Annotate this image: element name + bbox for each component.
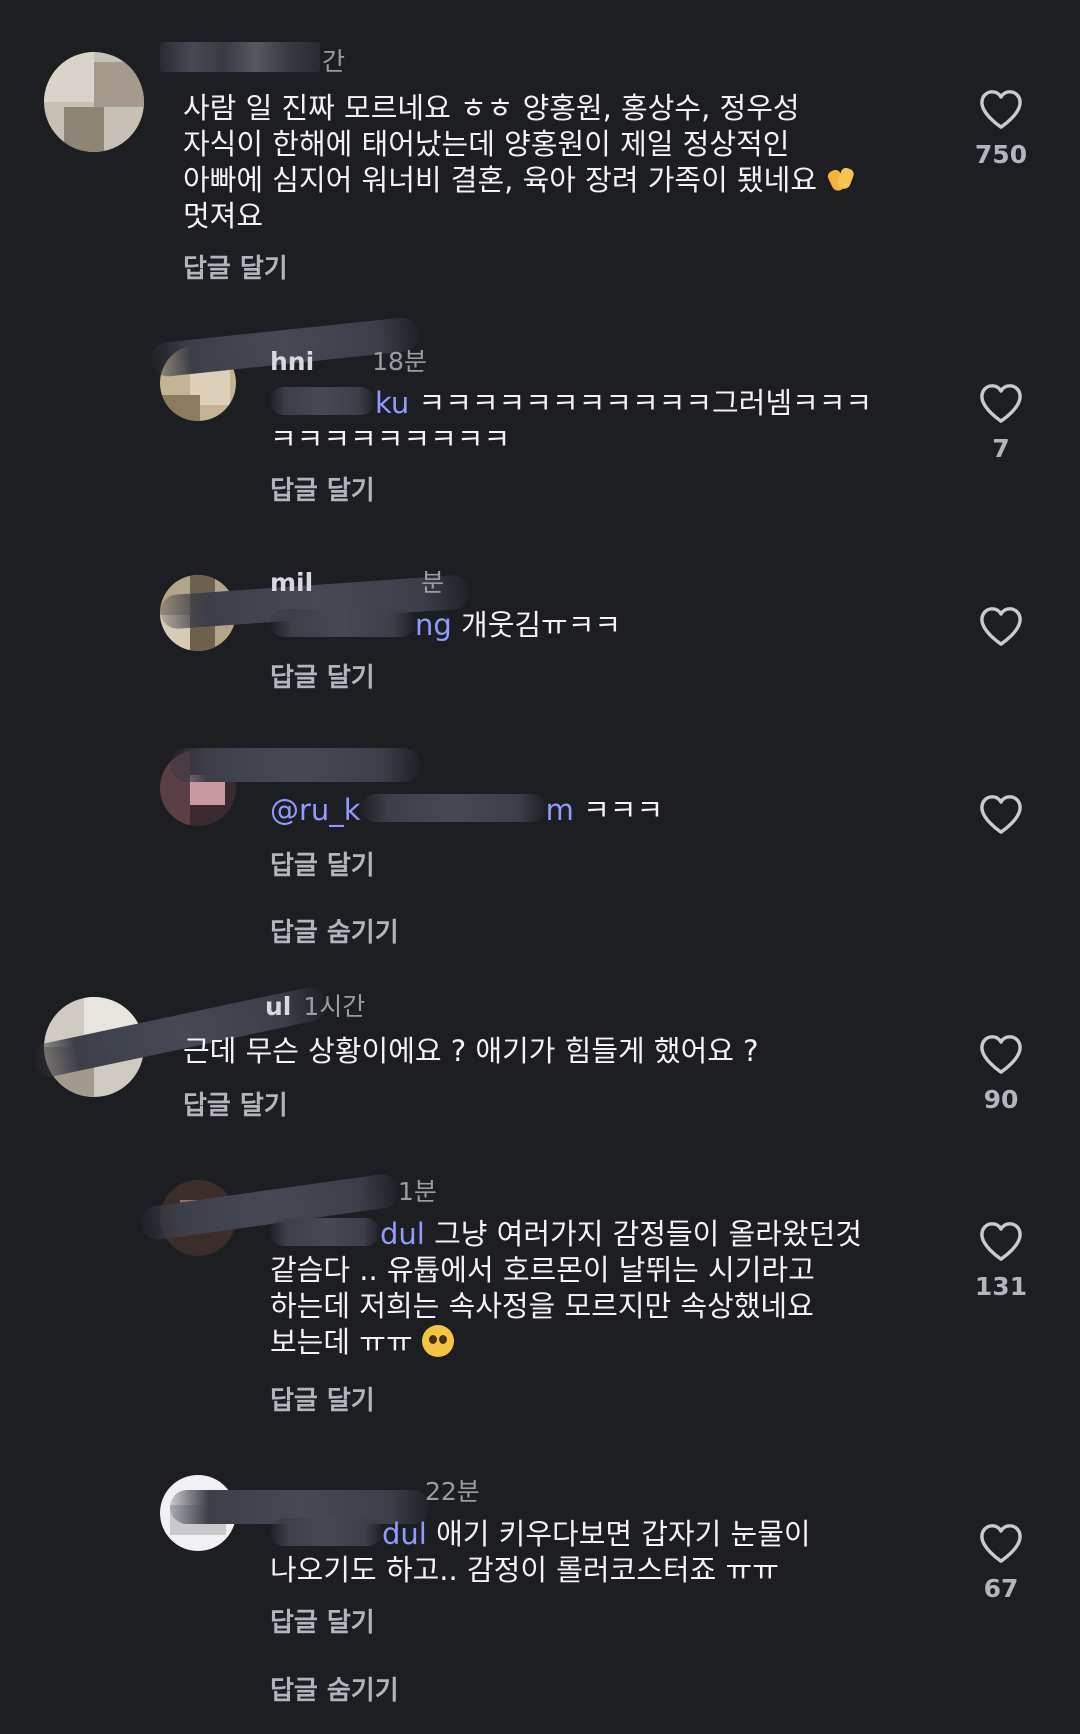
heart-icon <box>980 795 1022 834</box>
reply-button[interactable]: 답글 달기 <box>270 1602 375 1639</box>
like-button[interactable] <box>961 793 1041 835</box>
comment-text: @ru_k m ㅋㅋㅋ <box>270 792 930 828</box>
reply-button[interactable]: 답글 달기 <box>270 845 375 882</box>
comment-text-line: dul 애기 키우다보면 갑자기 눈물이 <box>270 1516 930 1552</box>
reply-button[interactable]: 답글 달기 <box>270 657 375 694</box>
comment-time: 1분 <box>398 1177 437 1206</box>
avatar-pixel <box>44 52 94 102</box>
like-count: 750 <box>974 140 1028 169</box>
comment-text-line: 아빠에 심지어 워너비 결혼, 육아 장려 가족이 됐네요 <box>183 162 943 198</box>
mention-link[interactable]: ku <box>375 386 409 420</box>
comment-text-line: 근데 무슨 상황이에요 ? 애기가 힘들게 했어요 ? <box>183 1034 759 1068</box>
comment-time: 1시간 <box>303 992 366 1021</box>
like-count: 7 <box>992 434 1010 463</box>
reply-item: hni 18분 ku ㅋㅋㅋㅋㅋㅋㅋㅋㅋㅋㅋ그러넴ㅋㅋㅋ ㅋㅋㅋㅋㅋㅋㅋㅋㅋ 답… <box>0 300 1080 510</box>
like-button[interactable] <box>961 605 1041 647</box>
like-count: 90 <box>983 1085 1019 1114</box>
comment-text-line: ku ㅋㅋㅋㅋㅋㅋㅋㅋㅋㅋㅋ그러넴ㅋㅋㅋ <box>270 385 930 421</box>
reply-button[interactable]: 답글 달기 <box>270 470 375 507</box>
comment-text-line: ng 개웃김ㅠㅋㅋ <box>270 607 930 643</box>
comment-text: 근데 무슨 상황이에요 ? 애기가 힘들게 했어요 ? <box>183 1033 943 1069</box>
reply-item: @ru_k m ㅋㅋㅋ 답글 달기 답글 숨기기 <box>0 730 1080 950</box>
like-count: 67 <box>983 1574 1019 1603</box>
comment-meta: 1분 <box>398 1172 437 1208</box>
username[interactable]: hni <box>270 347 314 376</box>
comment-text: ku ㅋㅋㅋㅋㅋㅋㅋㅋㅋㅋㅋ그러넴ㅋㅋㅋ ㅋㅋㅋㅋㅋㅋㅋㅋㅋ <box>270 385 930 457</box>
comment-text-line: ㅋㅋㅋㅋㅋㅋㅋㅋㅋ <box>270 422 511 456</box>
comment-meta: hni 18분 <box>270 342 427 378</box>
comment-text: 사람 일 진짜 모르네요 ㅎㅎ 양홍원, 홍상수, 정우성 자식이 한해에 태어… <box>183 90 943 234</box>
comment-text-line: 같슴다 .. 유튭에서 호르몬이 날뛰는 시기라고 <box>270 1253 815 1287</box>
heart-icon <box>980 90 1022 129</box>
redacted-mention <box>270 1218 380 1246</box>
reply-button[interactable]: 답글 달기 <box>270 1380 375 1417</box>
comment-text-line: 멋져요 <box>183 199 264 233</box>
hide-replies-button[interactable]: 답글 숨기기 <box>270 1670 399 1707</box>
comment-text-line: 하는데 저희는 속사정을 모르지만 속상했네요 <box>270 1289 814 1323</box>
username[interactable]: ul <box>265 992 291 1021</box>
like-count: 131 <box>974 1272 1028 1301</box>
like-button[interactable]: 7 <box>961 382 1041 463</box>
reply-item: mil 분 ng 개웃김ㅠㅋㅋ 답글 달기 <box>0 545 1080 695</box>
comment-text-line: 보는데 ㅠㅠ <box>270 1324 930 1360</box>
redacted-mention <box>270 387 375 415</box>
mention-link[interactable]: @ru_k <box>270 793 361 827</box>
heart-icon <box>980 1222 1022 1261</box>
reply-item: 1분 dul 그냥 여러가지 감정들이 올라왔던것 같슴다 .. 유튭에서 호르… <box>0 1160 1080 1430</box>
mention-link[interactable]: ng <box>415 608 452 642</box>
like-button[interactable]: 67 <box>961 1522 1041 1603</box>
comment-time: 22분 <box>425 1477 480 1506</box>
comment-meta: mil 분 <box>270 563 444 599</box>
like-button[interactable]: 131 <box>961 1220 1041 1301</box>
avatar-pixel <box>160 395 200 421</box>
comment-text-line: 나오기도 하고.. 감정이 롤러코스터죠 ㅠㅠ <box>270 1553 779 1587</box>
comment-time: 간 <box>322 47 346 76</box>
redacted-username <box>160 42 320 72</box>
avatar-pixel <box>94 62 144 107</box>
redacted-username <box>170 748 420 782</box>
comment-text-line: 사람 일 진짜 모르네요 ㅎㅎ 양홍원, 홍상수, 정우성 <box>183 91 800 125</box>
heart-icon <box>980 607 1022 646</box>
reply-button[interactable]: 답글 달기 <box>183 1085 288 1122</box>
comment-text-line: dul 그냥 여러가지 감정들이 올라왔던것 <box>270 1216 930 1252</box>
username[interactable]: mil <box>270 568 313 597</box>
reply-button[interactable]: 답글 달기 <box>183 248 288 285</box>
comment-text: dul 애기 키우다보면 갑자기 눈물이 나오기도 하고.. 감정이 롤러코스터… <box>270 1516 930 1588</box>
comment-time: 분 <box>421 568 445 597</box>
redacted-mention <box>270 1518 382 1546</box>
heart-icon <box>980 1524 1022 1563</box>
redacted-mention <box>360 794 546 822</box>
mention-link[interactable]: dul <box>380 1217 425 1251</box>
avatar-pixel <box>64 107 104 152</box>
comment-time: 18분 <box>372 347 427 376</box>
comment-text-line: 자식이 한해에 태어났는데 양홍원이 제일 정상적인 <box>183 127 790 161</box>
clapping-hands-icon <box>826 164 856 194</box>
redacted-mention <box>270 609 415 637</box>
like-button[interactable]: 90 <box>961 1033 1041 1114</box>
pleading-face-icon <box>421 1325 454 1357</box>
avatar[interactable] <box>44 52 144 152</box>
mention-link[interactable]: dul <box>382 1517 427 1551</box>
comment-item: ul 1시간 근데 무슨 상황이에요 ? 애기가 힘들게 했어요 ? 답글 달기… <box>0 975 1080 1125</box>
comment-meta: 22분 <box>425 1472 480 1508</box>
comment-text: ng 개웃김ㅠㅋㅋ <box>270 607 930 643</box>
comment-text: dul 그냥 여러가지 감정들이 올라왔던것 같슴다 .. 유튭에서 호르몬이 … <box>270 1216 930 1360</box>
reply-item: 22분 dul 애기 키우다보면 갑자기 눈물이 나오기도 하고.. 감정이 롤… <box>0 1460 1080 1710</box>
mention-link[interactable]: m <box>546 793 574 827</box>
comment-item: 간 사람 일 진짜 모르네요 ㅎㅎ 양홍원, 홍상수, 정우성 자식이 한해에 … <box>0 0 1080 290</box>
hide-replies-button[interactable]: 답글 숨기기 <box>270 912 399 949</box>
like-button[interactable]: 750 <box>961 88 1041 169</box>
heart-icon <box>980 384 1022 423</box>
comment-meta: ul 1시간 <box>265 987 365 1023</box>
comment-text-line: @ru_k m ㅋㅋㅋ <box>270 793 664 827</box>
heart-icon <box>980 1035 1022 1074</box>
